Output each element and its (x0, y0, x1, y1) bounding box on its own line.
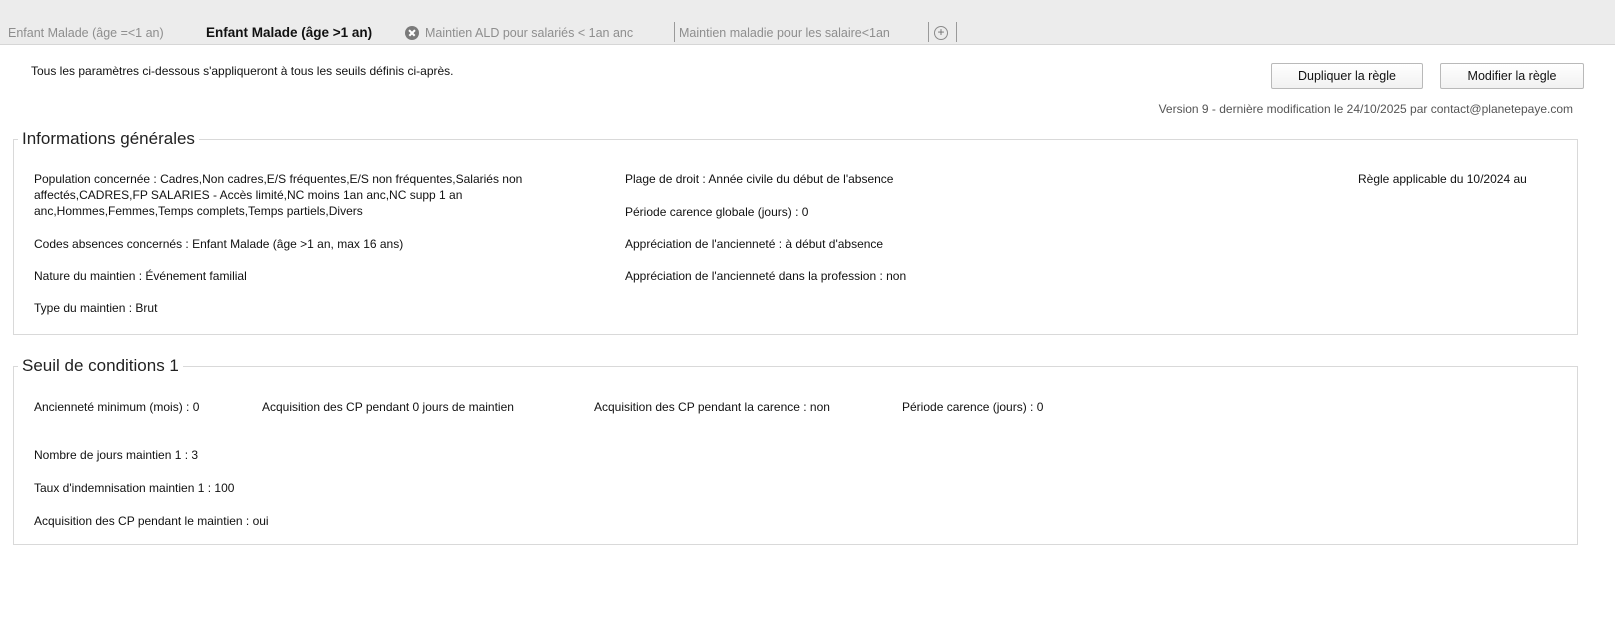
tab-bar: Enfant Malade (âge =<1 an) Enfant Malade… (0, 0, 1615, 45)
nb-jours-maintien-field: Nombre de jours maintien 1 : 3 (34, 448, 199, 462)
modify-rule-button[interactable]: Modifier la règle (1440, 63, 1584, 89)
tab-enfant-malade-moins-1an[interactable]: Enfant Malade (âge =<1 an) (8, 22, 164, 44)
population-field: Population concernée : Cadres,Non cadres… (34, 172, 523, 218)
general-info-group: Informations générales (13, 129, 1578, 335)
periode-carence-field: Période carence (jours) : 0 (902, 400, 1044, 414)
taux-indemnisation-field: Taux d'indemnisation maintien 1 : 100 (34, 481, 235, 495)
add-tab-icon[interactable]: + (934, 26, 948, 40)
intro-text: Tous les paramètres ci-dessous s'appliqu… (31, 64, 454, 78)
tab-separator (956, 22, 957, 42)
threshold-title: Seuil de conditions 1 (22, 356, 179, 375)
tab-maintien-maladie[interactable]: Maintien maladie pour les salaire<1an (679, 22, 890, 44)
tab-separator (928, 22, 929, 42)
carence-globale-field: Période carence globale (jours) : 0 (625, 205, 809, 219)
tab-separator (674, 22, 675, 42)
general-info-title: Informations générales (22, 129, 195, 148)
maintien-type-field: Type du maintien : Brut (34, 301, 158, 315)
anciennete-min-field: Ancienneté minimum (mois) : 0 (34, 400, 200, 414)
acq-cp-carence-field: Acquisition des CP pendant la carence : … (594, 400, 830, 414)
plage-droit-field: Plage de droit : Année civile du début d… (625, 172, 894, 186)
absence-codes-field: Codes absences concernés : Enfant Malade… (34, 237, 404, 251)
duplicate-rule-button[interactable]: Dupliquer la règle (1271, 63, 1423, 89)
maintien-nature-field: Nature du maintien : Événement familial (34, 269, 247, 283)
anciennete-field: Appréciation de l'ancienneté : à début d… (625, 237, 884, 251)
anciennete-profession-field: Appréciation de l'ancienneté dans la pro… (625, 269, 907, 283)
version-info: Version 9 - dernière modification le 24/… (1158, 102, 1573, 116)
acq-cp-maintien-field: Acquisition des CP pendant le maintien :… (34, 514, 269, 528)
acq-cp-jours-field: Acquisition des CP pendant 0 jours de ma… (262, 400, 514, 414)
tab-enfant-malade-plus-1an[interactable]: Enfant Malade (âge >1 an) (206, 22, 373, 44)
applicable-date-field: Règle applicable du 10/2024 au (1358, 172, 1527, 186)
tab-maintien-ald[interactable]: Maintien ALD pour salariés < 1an anc (425, 22, 633, 44)
close-tab-icon[interactable] (405, 26, 419, 40)
